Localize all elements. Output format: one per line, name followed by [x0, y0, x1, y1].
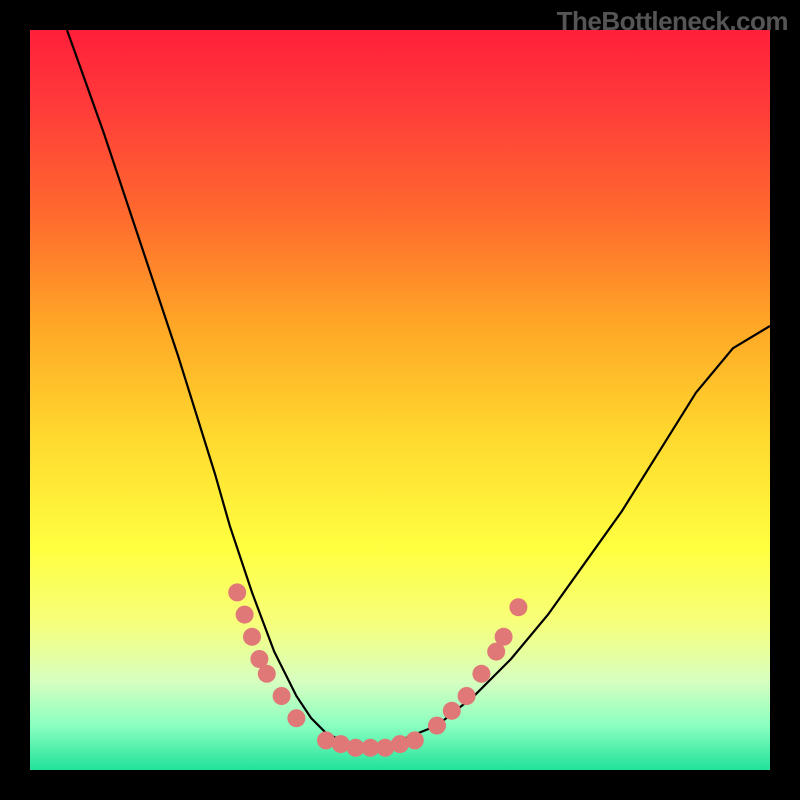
data-dot [236, 606, 254, 624]
data-dot [472, 665, 490, 683]
data-dot [428, 717, 446, 735]
data-dot [406, 731, 424, 749]
data-dot [228, 583, 246, 601]
plot-area [30, 30, 770, 770]
data-dot [273, 687, 291, 705]
data-dot [495, 628, 513, 646]
bottleneck-curve [67, 30, 770, 748]
data-dot [509, 598, 527, 616]
data-dots [228, 583, 527, 756]
data-dot [458, 687, 476, 705]
data-dot [258, 665, 276, 683]
data-dot [287, 709, 305, 727]
curve-svg [30, 30, 770, 770]
data-dot [243, 628, 261, 646]
data-dot [443, 702, 461, 720]
chart-frame: TheBottleneck.com [0, 0, 800, 800]
